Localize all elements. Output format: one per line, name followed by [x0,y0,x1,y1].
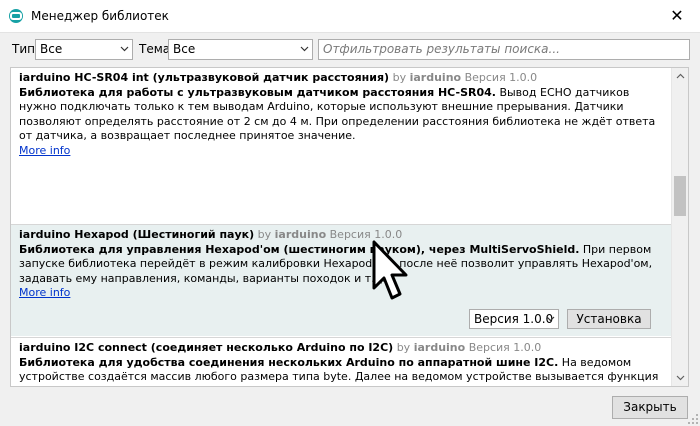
library-name: iarduino I2C connect (соединяет нескольк… [19,341,394,354]
library-summary: Библиотека для удобства соединения неско… [19,355,559,369]
arduino-logo-icon [9,9,23,23]
library-description: Библиотека для управления Hexapod'ом (ше… [19,243,663,287]
library-version: Версия 1.0.0 [468,341,542,354]
type-select-value: Все [40,42,63,56]
chevron-down-icon [546,316,555,322]
library-header: iarduino Hexapod (Шестиногий паук) by ia… [19,228,663,243]
topic-label: Тема [139,42,171,56]
library-author: iarduino [274,228,327,241]
search-input[interactable]: Отфильтровать результаты поиска... [318,39,690,60]
library-author: iarduino [413,341,466,354]
library-item[interactable]: iarduino I2C connect (соединяет нескольк… [11,338,671,386]
library-version: Версия 1.0.0 [464,71,538,84]
chevron-down-icon [676,375,685,381]
topic-select-value: Все [173,42,196,56]
library-item-selected[interactable]: iarduino Hexapod (Шестиногий паук) by ia… [11,225,671,336]
library-by: by [392,71,407,84]
library-name: iarduino HC-SR04 int (ультразвуковой дат… [19,71,390,84]
library-item[interactable]: iarduino HC-SR04 int (ультразвуковой дат… [11,68,671,223]
library-list: iarduino HC-SR04 int (ультразвуковой дат… [10,67,689,387]
mouse-pointer-icon [372,240,408,300]
scroll-down-button[interactable] [672,369,688,386]
type-label: Тип [12,42,35,56]
chevron-down-icon [300,46,309,52]
library-author: iarduino [409,71,462,84]
vertical-scrollbar[interactable] [671,68,688,386]
topic-select[interactable]: Все [168,39,313,60]
library-name: iarduino Hexapod (Шестиногий паук) [19,228,255,241]
chevron-up-icon [676,73,685,79]
library-header: iarduino I2C connect (соединяет нескольк… [19,341,663,356]
library-header: iarduino HC-SR04 int (ультразвуковой дат… [19,71,663,86]
library-description: Библиотека для удобства соединения неско… [19,356,663,387]
title-bar: Менеджер библиотек ✕ [0,0,700,32]
close-dialog-button[interactable]: Закрыть [612,396,688,419]
library-by: by [257,228,272,241]
library-list-scroll-area: iarduino HC-SR04 int (ультразвуковой дат… [11,68,671,386]
scroll-up-button[interactable] [672,68,688,85]
library-description: Библиотека для работы с ультразвуковым д… [19,86,663,144]
install-button[interactable]: Установка [567,309,651,329]
library-by: by [396,341,411,354]
chevron-down-icon [120,46,129,52]
scrollbar-thumb[interactable] [674,176,686,216]
resize-grip-icon[interactable] [687,413,699,425]
more-info-link[interactable]: More info [19,144,70,157]
library-summary: Библиотека для работы с ультразвуковым д… [19,85,496,99]
version-select[interactable]: Версия 1.0.0 [469,309,559,329]
library-summary: Библиотека для управления Hexapod'ом (ше… [19,242,580,256]
window-close-button[interactable]: ✕ [654,0,700,30]
library-manager-body: Тип Все Тема Все Отфильтровать результат… [0,32,700,426]
version-select-value: Версия 1.0.0 [474,312,554,326]
type-select[interactable]: Все [35,39,133,60]
more-info-link[interactable]: More info [19,286,70,299]
window-title: Менеджер библиотек [31,9,169,23]
